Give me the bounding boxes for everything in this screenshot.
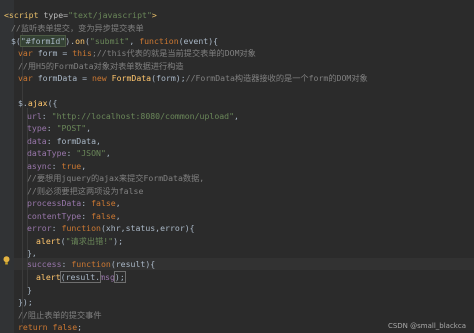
code-line: //则必须要把这两项设为false (27, 186, 144, 196)
code-line: error: function(xhr,status,error){ (27, 223, 195, 233)
code-line: return false; (18, 322, 83, 332)
code-line: //阻止表单的提交事件 (18, 310, 102, 320)
code-line: async: true, (27, 161, 87, 171)
code-line: dataType: "JSON", (27, 148, 111, 158)
code-editor[interactable]: <script type="text/javascript"> //监听表单提交… (0, 0, 474, 333)
code-line: alert("请求出错!"); (36, 236, 123, 246)
code-line: alert(result.msg); (36, 271, 126, 283)
code-line: //监听表单提交，变为异步提交表单 (11, 23, 144, 33)
code-line: success: function(result){ (27, 259, 156, 269)
code-line: //要想用jquery的ajax来提交FormData数据, (27, 173, 205, 183)
code-line: <script type="text/javascript"> (4, 10, 157, 20)
code-line: $.ajax({ (18, 98, 58, 108)
editor-gutter (0, 0, 14, 333)
code-line: type: "POST", (27, 123, 92, 133)
code-line: data: formData, (27, 136, 101, 146)
code-line: }); (18, 297, 33, 307)
lightbulb-icon[interactable] (3, 256, 10, 265)
code-line: $("#formId").on("submit", function(event… (11, 35, 219, 47)
code-line: } (27, 285, 32, 295)
code-line: processData: false, (27, 198, 121, 208)
watermark: CSDN @small_blackca (387, 322, 466, 330)
code-line: url: "http://localhost:8080/common/uploa… (27, 111, 239, 121)
code-line: var form = this;//this代表的就是当前提交表单的DOM对象 (18, 48, 256, 58)
code-line: contentType: false, (27, 211, 121, 221)
code-line: var formData = new FormData(form);//Form… (18, 73, 368, 83)
code-line: //用H5的FormData对象对表单数据进行构造 (18, 61, 184, 71)
